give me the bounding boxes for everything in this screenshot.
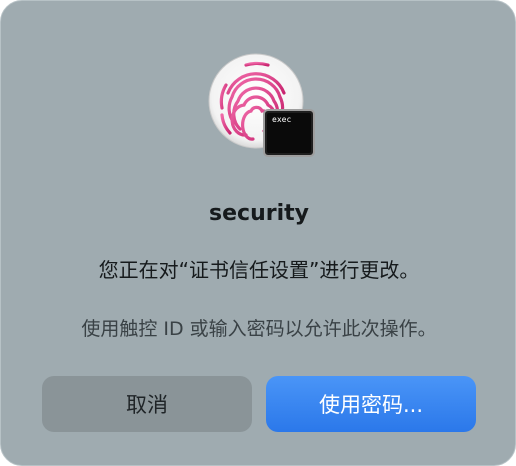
cancel-button[interactable]: 取消 (42, 376, 252, 432)
app-name: security (209, 201, 309, 226)
authentication-dialog: exec security 您正在对“证书信任设置”进行更改。 使用触控 ID … (0, 0, 516, 466)
terminal-badge-text: exec (272, 115, 291, 124)
dialog-hint: 使用触控 ID 或输入密码以允许此次操作。 (81, 318, 437, 340)
touch-id-icon: exec (206, 53, 316, 159)
dialog-message: 您正在对“证书信任设置”进行更改。 (98, 258, 420, 282)
use-password-button[interactable]: 使用密码... (266, 376, 476, 432)
